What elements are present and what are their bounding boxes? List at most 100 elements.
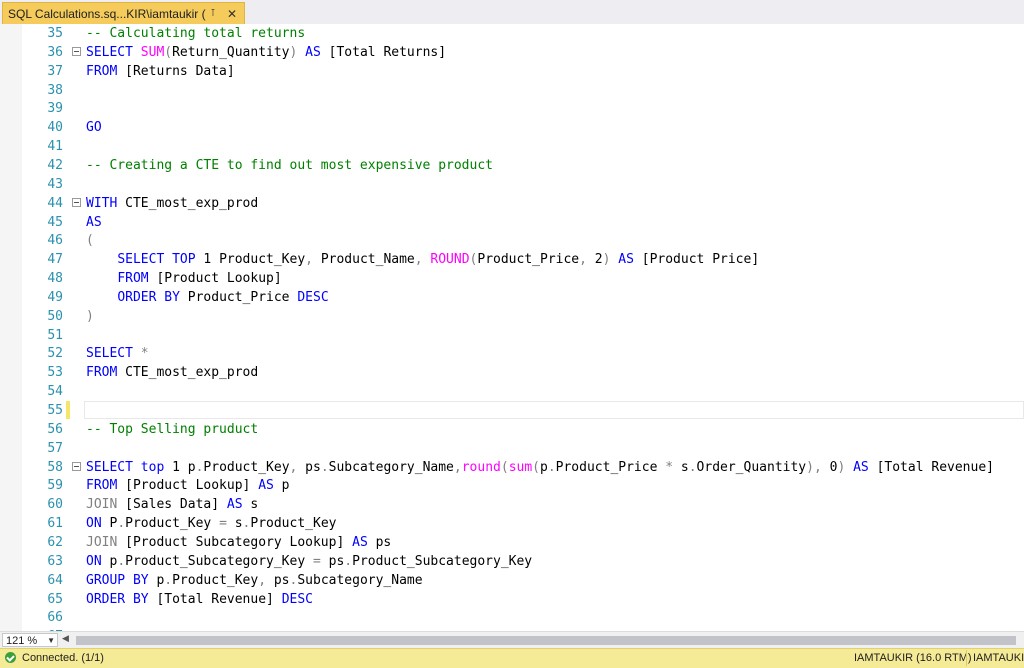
code-line[interactable]: 58 SELECT top 1 p.Product_Key, ps.Subcate…: [0, 458, 1024, 477]
line-number: 59: [47, 478, 63, 494]
line-number: 64: [47, 572, 63, 588]
code-token: *: [140, 346, 149, 362]
line-number: 38: [47, 82, 63, 98]
code-token: WITH: [86, 195, 118, 211]
code-line[interactable]: 63 ON p.Product_Subcategory_Key = ps.Prod…: [0, 552, 1024, 571]
chevron-down-icon[interactable]: ▼: [47, 634, 55, 648]
line-number: 66: [47, 610, 63, 626]
code-token: FROM: [117, 271, 149, 287]
code-token: Product_Key: [250, 516, 337, 532]
code-line[interactable]: 46 (: [0, 231, 1024, 250]
line-number: 55: [47, 403, 63, 418]
line-number: 53: [47, 365, 63, 381]
code-token: [Product Subcategory Lookup]: [117, 534, 353, 550]
zoom-select[interactable]: 121 % ▼: [2, 633, 58, 647]
line-number: 41: [47, 139, 63, 155]
code-token: Product_Subcategory_Key: [125, 553, 313, 569]
code-text: -- Creating a CTE to find out most expen…: [86, 156, 493, 175]
code-token: p: [148, 572, 165, 588]
code-line[interactable]: 53 FROM CTE_most_exp_prod: [0, 363, 1024, 382]
code-line[interactable]: 54: [0, 382, 1024, 401]
code-line[interactable]: 51: [0, 326, 1024, 345]
code-text: GO: [86, 118, 102, 137]
collapse-icon[interactable]: [72, 197, 81, 207]
code-text: ON p.Product_Subcategory_Key = ps.Produc…: [86, 552, 532, 571]
code-line[interactable]: 49 ORDER BY Product_Price DESC: [0, 288, 1024, 307]
code-line[interactable]: 56 -- Top Selling pruduct: [0, 420, 1024, 439]
current-line-highlight: [84, 401, 1024, 419]
collapse-icon[interactable]: [72, 461, 81, 471]
line-number: 63: [47, 553, 63, 569]
code-line[interactable]: 36 SELECT SUM(Return_Quantity) AS [Total …: [0, 43, 1024, 62]
code-token: ,: [305, 252, 313, 268]
code-line[interactable]: 57: [0, 439, 1024, 458]
code-token: P: [101, 516, 118, 532]
sql-editor[interactable]: 35 -- Calculating total returns 36 SELECT S…: [0, 24, 1024, 631]
code-token: CTE_most_exp_prod: [117, 365, 259, 381]
code-token: [Product Lookup]: [117, 478, 259, 494]
code-line[interactable]: 55: [0, 401, 1024, 420]
code-line[interactable]: 41: [0, 137, 1024, 156]
code-line[interactable]: 59 FROM [Product Lookup] AS p: [0, 476, 1024, 495]
code-line[interactable]: 35 -- Calculating total returns: [0, 24, 1024, 43]
code-line[interactable]: 50): [0, 307, 1024, 326]
code-token: Product_Price: [179, 289, 298, 305]
code-line[interactable]: 52 SELECT *: [0, 344, 1024, 363]
code-token: FROM: [86, 63, 118, 79]
code-token: p: [540, 459, 548, 475]
code-line[interactable]: 45 AS: [0, 213, 1024, 232]
code-token: AS: [226, 497, 243, 513]
code-token: Product_Subcategory_Key: [352, 553, 533, 569]
collapse-icon[interactable]: [72, 46, 81, 56]
code-token: JOIN: [86, 497, 118, 513]
server-name: IAMTAUKIR (16.0 RTM): [854, 652, 972, 664]
code-token: .: [688, 459, 697, 475]
code-line[interactable]: 61 ON P.Product_Key = s.Product_Key: [0, 514, 1024, 533]
code-token: .: [117, 553, 126, 569]
code-token: FROM: [86, 365, 118, 381]
code-text: (: [86, 231, 94, 250]
code-line[interactable]: 42 -- Creating a CTE to find out most exp…: [0, 156, 1024, 175]
code-token: Product_Key: [125, 516, 220, 532]
code-line[interactable]: 37 FROM [Returns Data]: [0, 62, 1024, 81]
pin-icon[interactable]: ⊺: [206, 7, 220, 21]
code-line[interactable]: 48 FROM [Product Lookup]: [0, 269, 1024, 288]
code-token: ,: [579, 252, 587, 268]
code-token: Product_Price: [555, 459, 666, 475]
code-line[interactable]: 66: [0, 608, 1024, 627]
code-token: .: [344, 553, 353, 569]
code-token: ps: [297, 459, 321, 475]
code-line[interactable]: 62 JOIN [Product Subcategory Lookup] AS p…: [0, 533, 1024, 552]
code-token: ,: [414, 252, 423, 268]
line-number: 43: [47, 176, 63, 192]
scroll-left-arrow-icon[interactable]: ◀: [62, 634, 69, 644]
code-line[interactable]: 60 JOIN [Sales Data] AS s: [0, 495, 1024, 514]
line-number: 54: [47, 384, 63, 400]
code-token: .: [547, 459, 556, 475]
close-icon[interactable]: ✕: [225, 7, 239, 21]
code-line[interactable]: 64 GROUP BY p.Product_Key, ps.Subcategory…: [0, 571, 1024, 590]
code-token: GROUP BY: [86, 572, 149, 588]
code-token: p: [101, 553, 118, 569]
code-token: SUM: [140, 44, 165, 60]
document-tab-strip: SQL Calculations.sq...KIR\iamtaukir (52)…: [0, 0, 1024, 25]
scroll-thumb[interactable]: [76, 636, 1016, 645]
code-line[interactable]: 38: [0, 81, 1024, 100]
tab-sql-calculations[interactable]: SQL Calculations.sq...KIR\iamtaukir (52)…: [2, 2, 245, 24]
code-line[interactable]: 44 WITH CTE_most_exp_prod: [0, 194, 1024, 213]
line-number: 58: [47, 459, 63, 475]
code-line[interactable]: 43: [0, 175, 1024, 194]
code-token: Return_Quantity: [172, 44, 290, 60]
code-token: 0: [821, 459, 838, 475]
code-line[interactable]: 47 SELECT TOP 1 Product_Key, Product_Nam…: [0, 250, 1024, 269]
line-number: 46: [47, 233, 63, 249]
code-token: [Total Revenue]: [148, 591, 282, 607]
line-number: 44: [47, 195, 63, 211]
code-token: DESC: [297, 289, 329, 305]
horizontal-scrollbar[interactable]: 121 % ▼ ◀: [0, 631, 1024, 649]
code-token: ORDER BY: [117, 289, 180, 305]
code-line[interactable]: 40 GO: [0, 118, 1024, 137]
code-line[interactable]: 39: [0, 99, 1024, 118]
code-line[interactable]: 65 ORDER BY [Total Revenue] DESC: [0, 590, 1024, 609]
